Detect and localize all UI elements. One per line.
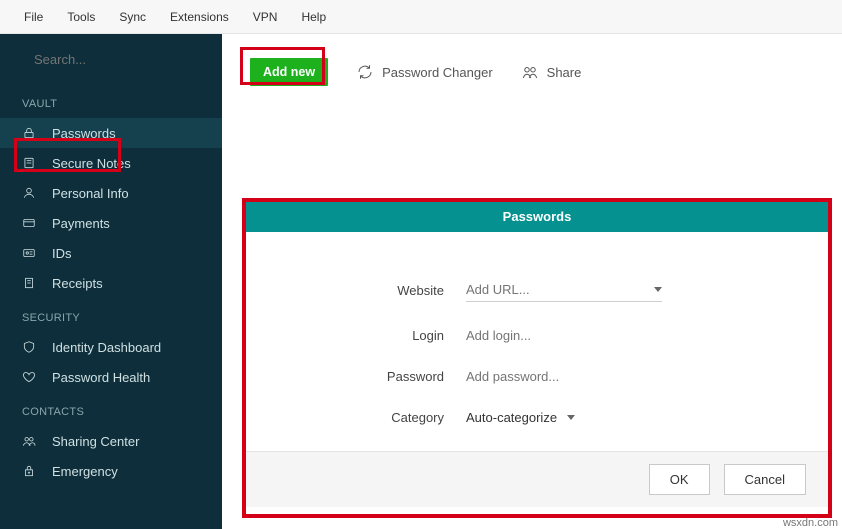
sidebar-item-label: IDs [52,246,72,261]
panel-footer: OK Cancel [246,451,828,507]
people-icon [22,434,36,448]
section-security: SECURITY [0,298,222,332]
share-label: Share [547,65,582,80]
lock-icon [22,126,36,140]
search-bar[interactable] [0,34,222,84]
heart-icon [22,370,36,384]
panel-title: Passwords [246,202,828,232]
sidebar-item-label: Sharing Center [52,434,139,449]
sidebar-item-label: Emergency [52,464,118,479]
menu-extensions[interactable]: Extensions [158,0,241,34]
panel-body: Website Login Password Category [246,232,828,425]
emergency-icon [22,464,36,478]
menu-help[interactable]: Help [289,0,338,34]
category-select[interactable]: Auto-categorize [466,410,575,425]
label-category: Category [266,410,466,425]
row-password: Password [266,369,808,384]
sidebar-item-password-health[interactable]: Password Health [0,362,222,392]
sidebar-item-passwords[interactable]: Passwords [0,118,222,148]
chevron-down-icon [567,415,575,420]
row-website: Website [266,278,808,302]
sidebar-item-identity-dashboard[interactable]: Identity Dashboard [0,332,222,362]
toolbar: Add new Password Changer Share [222,34,842,98]
section-contacts: CONTACTS [0,392,222,426]
sidebar-item-label: Secure Notes [52,156,131,171]
add-new-button[interactable]: Add new [250,58,328,86]
highlight-panel: Passwords Website Login Password [242,198,832,518]
sidebar-item-secure-notes[interactable]: Secure Notes [0,148,222,178]
label-login: Login [266,328,466,343]
sidebar-item-label: Payments [52,216,110,231]
menubar: File Tools Sync Extensions VPN Help [0,0,842,34]
sidebar-item-label: Passwords [52,126,116,141]
sidebar: VAULT Passwords Secure Notes Personal In… [0,34,222,529]
website-input[interactable] [466,282,654,297]
note-icon [22,156,36,170]
sidebar-item-ids[interactable]: IDs [0,238,222,268]
ok-button[interactable]: OK [649,464,710,495]
menu-sync[interactable]: Sync [107,0,158,34]
receipt-icon [22,276,36,290]
label-password: Password [266,369,466,384]
row-category: Category Auto-categorize [266,410,808,425]
cancel-button[interactable]: Cancel [724,464,806,495]
menu-file[interactable]: File [12,0,55,34]
category-value: Auto-categorize [466,410,557,425]
id-icon [22,246,36,260]
login-input[interactable] [466,328,662,343]
share-icon [521,63,539,81]
card-icon [22,216,36,230]
menu-tools[interactable]: Tools [55,0,107,34]
shield-icon [22,340,36,354]
watermark: wsxdn.com [783,517,838,529]
sidebar-item-payments[interactable]: Payments [0,208,222,238]
password-changer-button[interactable]: Password Changer [356,63,493,81]
sidebar-item-label: Identity Dashboard [52,340,161,355]
sidebar-item-label: Receipts [52,276,103,291]
sidebar-item-label: Password Health [52,370,150,385]
password-input[interactable] [466,369,662,384]
search-input[interactable] [34,52,210,67]
chevron-down-icon[interactable] [654,287,662,292]
menu-vpn[interactable]: VPN [241,0,290,34]
section-vault: VAULT [0,84,222,118]
sidebar-item-sharing-center[interactable]: Sharing Center [0,426,222,456]
label-website: Website [266,283,466,298]
person-icon [22,186,36,200]
password-changer-label: Password Changer [382,65,493,80]
sidebar-item-personal-info[interactable]: Personal Info [0,178,222,208]
sidebar-item-emergency[interactable]: Emergency [0,456,222,486]
sidebar-item-receipts[interactable]: Receipts [0,268,222,298]
share-button[interactable]: Share [521,63,582,81]
main-area: Add new Password Changer Share Passwords… [222,34,842,529]
sidebar-item-label: Personal Info [52,186,129,201]
row-login: Login [266,328,808,343]
refresh-icon [356,63,374,81]
